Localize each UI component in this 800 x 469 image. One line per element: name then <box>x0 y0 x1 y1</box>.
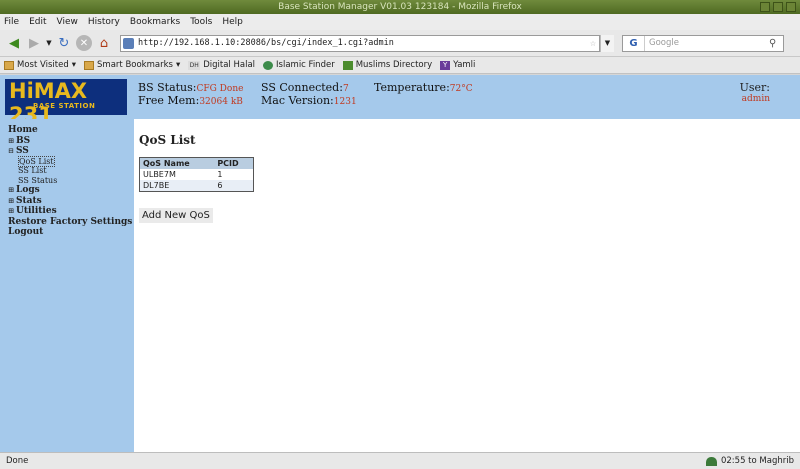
main-panel: QoS List QoS Name PCID ULBE7M 1 DL7BE 6 … <box>138 119 798 452</box>
folder-icon <box>84 60 95 70</box>
close-button[interactable] <box>786 2 796 12</box>
menu-history[interactable]: History <box>88 17 120 27</box>
digital-halal-icon: DH <box>188 60 201 70</box>
window-titlebar: Base Station Manager V01.03 123184 - Moz… <box>0 0 800 14</box>
temperature-value: 72°C <box>449 84 473 94</box>
mac-version-value: 1231 <box>333 97 357 107</box>
menu-view[interactable]: View <box>57 17 78 27</box>
page-title: QoS List <box>139 133 196 147</box>
page-content: HiMAX 231 BASE STATION BS Status:CFG Don… <box>0 75 800 452</box>
globe-icon <box>263 60 274 70</box>
collapse-icon[interactable]: ⊟ <box>8 146 16 157</box>
sidebar-item-restore[interactable]: Restore Factory Settings <box>8 217 134 228</box>
sidebar-item-bs[interactable]: ⊞ BS <box>8 136 134 147</box>
bookmark-most-visited[interactable]: Most Visited ▾ <box>4 60 76 70</box>
bookmark-smart-bookmarks[interactable]: Smart Bookmarks ▾ <box>84 60 180 70</box>
sidebar-nav: Home ⊞ BS ⊟ SS QoS List SS List SS Status … <box>0 119 134 452</box>
user-label: User: <box>739 81 770 94</box>
url-text[interactable]: http://192.168.1.10:28086/bs/cgi/index_1… <box>138 38 590 48</box>
window-title: Base Station Manager V01.03 123184 - Moz… <box>278 2 522 12</box>
page-header: HiMAX 231 BASE STATION BS Status:CFG Don… <box>0 75 800 127</box>
column-header: QoS Name <box>139 157 215 169</box>
minimize-button[interactable] <box>760 2 770 12</box>
status-text: Done <box>6 456 29 466</box>
bookmark-star-icon[interactable]: ☆ <box>590 38 596 49</box>
directory-icon <box>342 60 353 70</box>
column-header: PCID <box>214 157 254 169</box>
table-row[interactable]: DL7BE 6 <box>139 180 254 191</box>
reload-icon[interactable]: ↻ <box>54 33 74 53</box>
logo-subtitle: BASE STATION <box>33 102 96 110</box>
menu-file[interactable]: File <box>4 17 19 27</box>
qos-name-cell[interactable]: DL7BE <box>139 180 215 191</box>
free-mem: Free Mem:32064 kB <box>138 94 243 107</box>
forward-arrow-icon[interactable]: ▶ <box>24 33 44 53</box>
free-mem-value: 32064 kB <box>199 97 243 107</box>
folder-icon <box>4 60 14 70</box>
bookmark-islamic-finder[interactable]: Islamic Finder <box>263 60 335 70</box>
back-arrow-icon[interactable]: ◀ <box>4 33 24 53</box>
mosque-icon <box>705 456 717 466</box>
ss-connected-value: 7 <box>342 84 349 94</box>
url-dropdown-icon[interactable]: ▼ <box>600 34 614 52</box>
bookmark-yamli[interactable]: Y Yamli <box>440 60 475 70</box>
qos-table: QoS Name PCID ULBE7M 1 DL7BE 6 <box>139 157 254 192</box>
bookmark-digital-halal[interactable]: DH Digital Halal <box>188 60 255 70</box>
pcid-cell: 1 <box>217 170 223 179</box>
search-icon[interactable]: ⚲ <box>769 38 783 49</box>
site-favicon-icon <box>123 37 134 49</box>
expand-icon[interactable]: ⊞ <box>8 196 16 207</box>
expand-icon[interactable]: ⊞ <box>8 185 16 196</box>
sidebar-item-ss[interactable]: ⊟ SS <box>8 146 134 157</box>
search-engine-icon[interactable]: G <box>623 35 645 51</box>
menu-bar: File Edit View History Bookmarks Tools H… <box>0 14 800 30</box>
himax-logo: HiMAX 231 BASE STATION <box>5 79 127 127</box>
pcid-cell: 6 <box>214 180 254 191</box>
stop-icon[interactable]: ✕ <box>76 35 92 51</box>
temperature: Temperature:72°C <box>374 81 473 94</box>
bs-status-value: CFG Done <box>196 84 244 94</box>
user-value: admin <box>741 94 770 104</box>
url-bar[interactable]: http://192.168.1.10:28086/bs/cgi/index_1… <box>120 34 600 52</box>
table-row[interactable]: ULBE7M 1 <box>140 169 254 180</box>
sidebar-item-logs[interactable]: ⊞ Logs <box>8 185 134 196</box>
maximize-button[interactable] <box>773 2 783 12</box>
search-box[interactable]: G Google ⚲ <box>622 34 784 52</box>
status-bar: Done 02:55 to Maghrib <box>0 452 800 469</box>
sidebar-item-ss-status[interactable]: SS Status <box>8 176 134 186</box>
yamli-icon: Y <box>440 60 451 70</box>
qos-name-cell[interactable]: ULBE7M <box>140 169 215 180</box>
ss-connected: SS Connected:7 <box>261 81 349 94</box>
search-input[interactable]: Google <box>645 38 769 48</box>
home-icon[interactable]: ⌂ <box>94 33 114 53</box>
expand-icon[interactable]: ⊞ <box>8 206 16 217</box>
history-dropdown-icon[interactable]: ▼ <box>44 33 54 53</box>
bookmark-muslims-directory[interactable]: Muslims Directory <box>342 60 432 70</box>
prayer-time-text: 02:55 to Maghrib <box>720 456 794 466</box>
bookmarks-toolbar: Most Visited ▾ Smart Bookmarks ▾ DH Digital… <box>0 57 800 74</box>
sidebar-item-utilities[interactable]: ⊞ Utilities <box>8 206 134 217</box>
add-new-qos-button[interactable]: Add New QoS <box>139 208 213 223</box>
sidebar-item-qos-list[interactable]: QoS List <box>8 155 134 167</box>
menu-help[interactable]: Help <box>222 17 243 27</box>
bs-status: BS Status:CFG Done <box>138 81 244 94</box>
mac-version: Mac Version:1231 <box>261 94 357 107</box>
sidebar-item-logout[interactable]: Logout <box>8 227 134 238</box>
sidebar-item-stats[interactable]: ⊞ Stats <box>8 196 134 207</box>
navigation-toolbar: ◀ ▶ ▼ ↻ ✕ ⌂ http://192.168.1.10:28086/bs… <box>0 30 800 57</box>
menu-tools[interactable]: Tools <box>190 17 212 27</box>
table-header-row: QoS Name PCID <box>139 157 254 169</box>
sidebar-item-home[interactable]: Home <box>8 125 134 136</box>
menu-edit[interactable]: Edit <box>29 17 46 27</box>
menu-bookmarks[interactable]: Bookmarks <box>130 17 180 27</box>
sidebar-item-ss-list[interactable]: SS List <box>8 166 134 176</box>
expand-icon[interactable]: ⊞ <box>8 136 16 147</box>
